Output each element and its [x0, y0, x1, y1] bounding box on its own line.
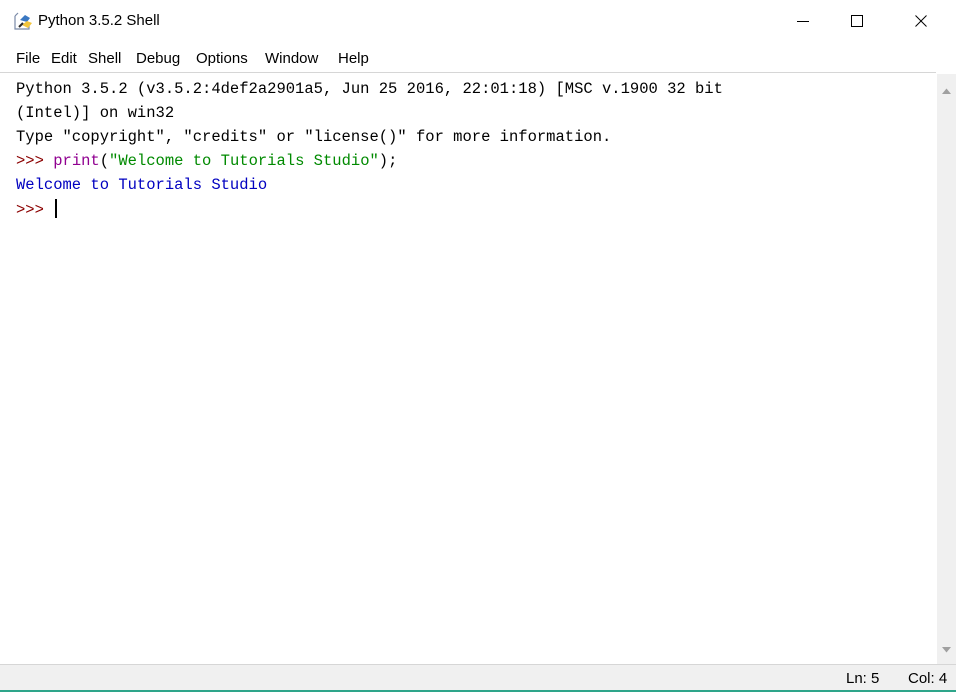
column-number-indicator: Col: 4 — [908, 670, 948, 687]
minimize-icon — [797, 15, 809, 27]
maximize-button[interactable] — [834, 0, 880, 42]
menu-edit[interactable]: Edit — [51, 50, 77, 68]
string-literal: "Welcome to Tutorials Studio" — [109, 152, 379, 170]
title-bar: Python 3.5.2 Shell — [0, 0, 956, 42]
menu-file[interactable]: File — [16, 50, 40, 68]
shell-text-area[interactable]: Python 3.5.2 (v3.5.2:4def2a2901a5, Jun 2… — [0, 72, 936, 663]
open-paren: ( — [99, 152, 110, 170]
menu-help[interactable]: Help — [338, 50, 369, 68]
chevron-up-icon — [942, 81, 951, 99]
minimize-button[interactable] — [780, 0, 826, 42]
menu-bar: File Edit Shell Debug Options Window Hel… — [0, 44, 956, 72]
python-idle-icon — [14, 12, 34, 30]
line-number-indicator: Ln: 5 — [846, 670, 880, 687]
menu-debug[interactable]: Debug — [136, 50, 180, 68]
command-line: >>> print("Welcome to Tutorials Studio")… — [16, 151, 397, 171]
chevron-down-icon — [942, 640, 951, 658]
input-line[interactable]: >>> — [16, 199, 58, 220]
builtin-keyword: print — [53, 152, 100, 170]
close-icon — [915, 15, 927, 27]
menu-window[interactable]: Window — [265, 50, 318, 68]
scroll-down-button[interactable] — [937, 639, 956, 658]
close-button[interactable] — [898, 0, 944, 42]
vertical-scrollbar[interactable] — [937, 74, 956, 664]
scroll-up-button[interactable] — [937, 80, 956, 99]
window-title: Python 3.5.2 Shell — [38, 12, 160, 29]
text-cursor — [55, 199, 58, 218]
output-line: Welcome to Tutorials Studio — [16, 176, 268, 194]
close-paren: ); — [378, 152, 398, 170]
banner-line: Python 3.5.2 (v3.5.2:4def2a2901a5, Jun 2… — [16, 80, 723, 98]
banner-line: Type "copyright", "credits" or "license(… — [16, 128, 612, 146]
prompt: >>> — [16, 201, 54, 219]
maximize-icon — [851, 15, 863, 27]
status-bar: Ln: 5 Col: 4 — [0, 664, 956, 691]
menu-shell[interactable]: Shell — [88, 50, 121, 68]
banner-line: (Intel)] on win32 — [16, 104, 175, 122]
prompt: >>> — [16, 152, 54, 170]
menu-options[interactable]: Options — [196, 50, 248, 68]
